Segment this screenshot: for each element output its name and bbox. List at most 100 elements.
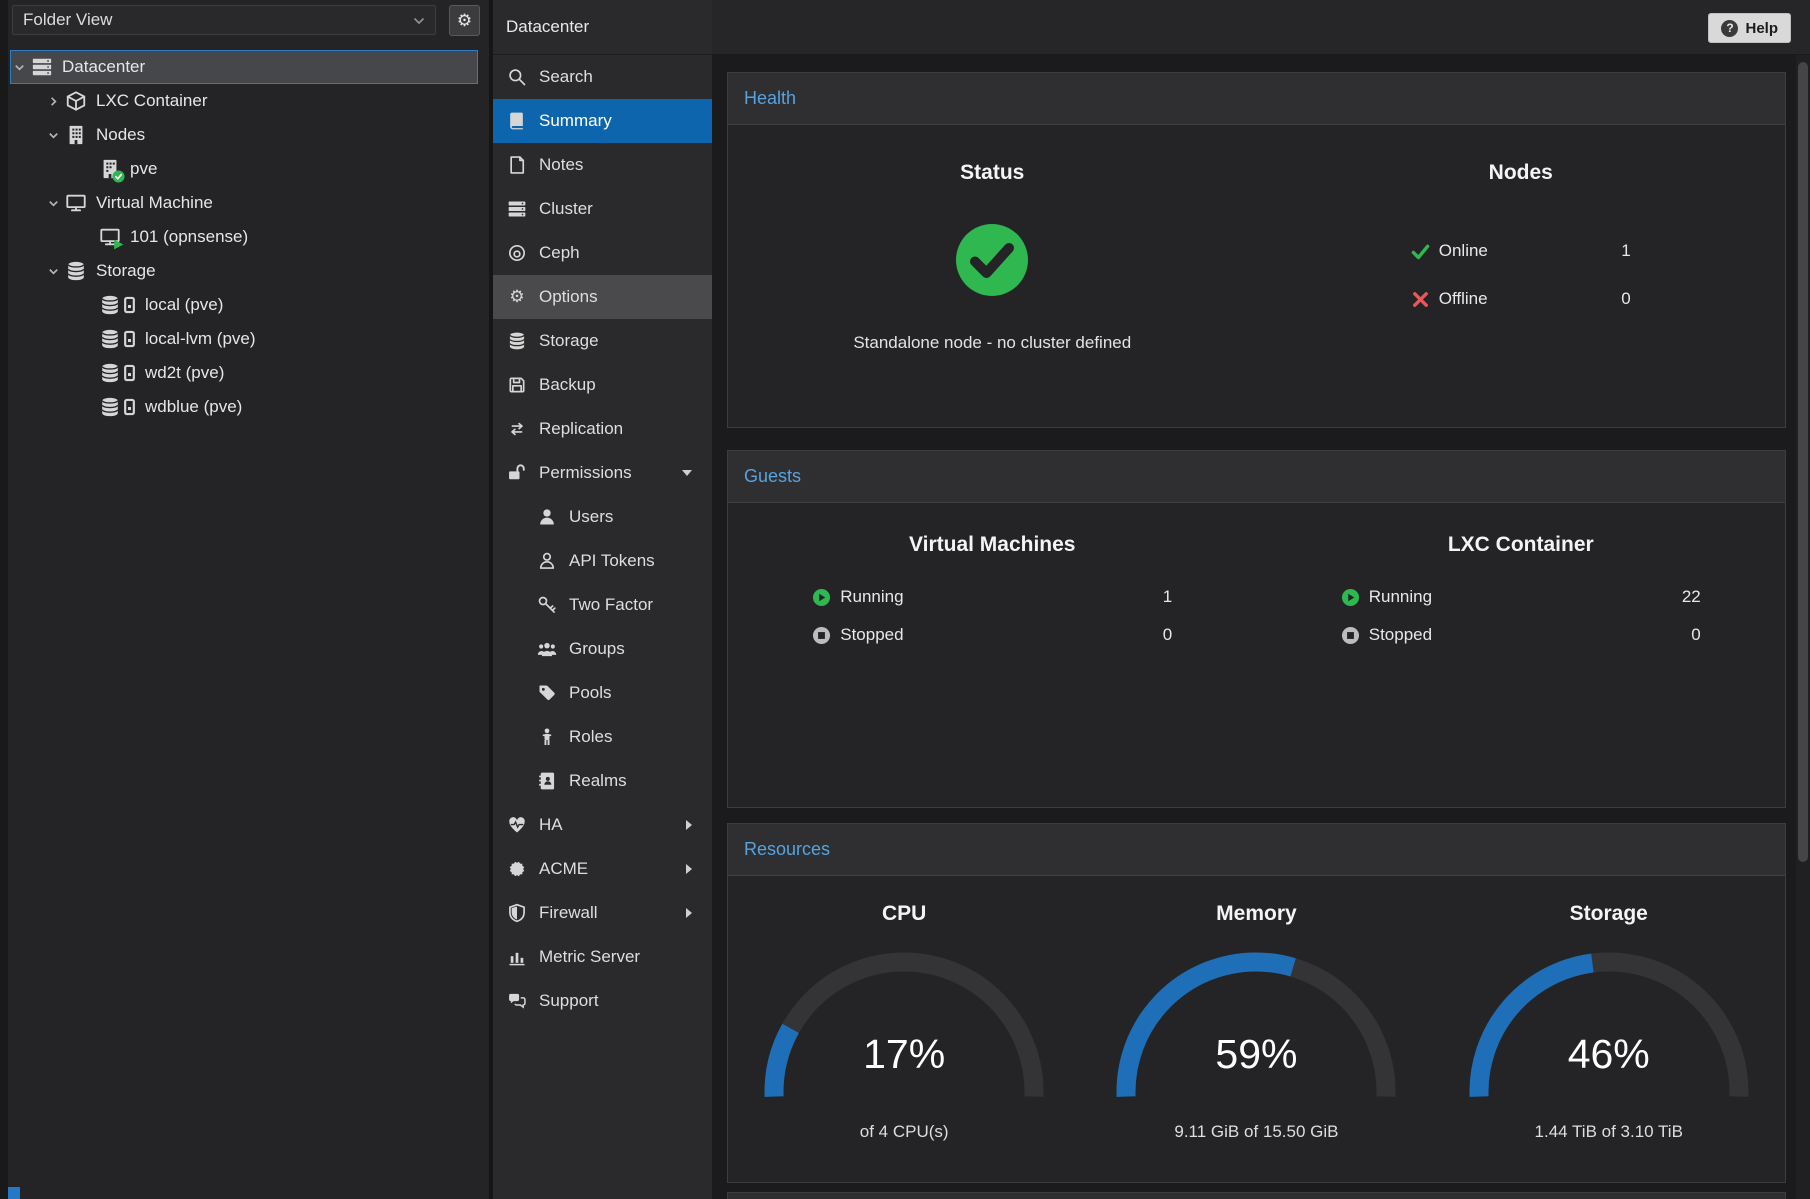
guests-panel: Guests Virtual Machines Running 1 [727, 450, 1786, 808]
health-panel-title: Health [728, 73, 1785, 125]
row-value: 22 [1682, 587, 1701, 607]
tree-item-label: pve [130, 159, 157, 179]
bottom-left-indicator [8, 1187, 20, 1199]
drive-icon [123, 330, 136, 348]
datacenter-icon [31, 56, 53, 78]
row-label: Running [1369, 587, 1432, 607]
storage-database-icon [99, 294, 121, 316]
nav-item-api-tokens[interactable]: API Tokens [493, 539, 712, 583]
nav-item-users[interactable]: Users [493, 495, 712, 539]
nav-item-groups[interactable]: Groups [493, 627, 712, 671]
nav-item-ha[interactable]: HA [493, 803, 712, 847]
collapse-chevron-icon[interactable] [11, 59, 27, 75]
memory-gauge-column: Memory 59% 9.11 GiB of 15.50 GiB [1080, 876, 1432, 1182]
storage-gauge: 46% [1459, 948, 1759, 1108]
note-icon [505, 154, 529, 176]
tree-item-virtual-machine[interactable]: Virtual Machine [10, 186, 478, 220]
key-icon [535, 594, 559, 616]
memory-gauge: 59% [1106, 948, 1406, 1108]
user-icon [535, 506, 559, 528]
nav-item-metric-server[interactable]: Metric Server [493, 935, 712, 979]
stop-circle-icon [1341, 626, 1360, 645]
tree-settings-button[interactable]: ⚙ [449, 5, 480, 36]
user-outline-icon [535, 550, 559, 572]
nav-item-roles[interactable]: Roles [493, 715, 712, 759]
play-circle-icon [1341, 588, 1360, 607]
nav-item-summary[interactable]: Summary [493, 99, 712, 143]
proxmox-datacenter-page: Folder View ⚙ Datacenter [0, 0, 1810, 1199]
chevron-right-icon [686, 820, 692, 830]
nav-item-acme[interactable]: ACME [493, 847, 712, 891]
tree-item-label: 101 (opnsense) [130, 227, 248, 247]
view-mode-select[interactable]: Folder View [12, 5, 436, 35]
tree-item-label: local (pve) [145, 295, 223, 315]
status-message: Standalone node - no cluster defined [853, 333, 1131, 353]
nav-item-backup[interactable]: Backup [493, 363, 712, 407]
nav-item-permissions[interactable]: Permissions [493, 451, 712, 495]
tree-item-storage-wd2t[interactable]: wd2t (pve) [10, 356, 478, 390]
nav-item-notes[interactable]: Notes [493, 143, 712, 187]
nav-panel-title: Datacenter [493, 0, 712, 55]
help-button[interactable]: ? Help [1708, 13, 1791, 43]
cluster-status-column: Status Standalone node - no cluster defi… [728, 125, 1257, 427]
nodes-online-row: Online 1 [1411, 235, 1631, 267]
storage-database-icon [99, 328, 121, 350]
tree-item-storage-local[interactable]: local (pve) [10, 288, 478, 322]
server-stack-icon [505, 198, 529, 220]
nav-item-cluster[interactable]: Cluster [493, 187, 712, 231]
scrollbar-thumb[interactable] [1798, 62, 1808, 862]
bar-chart-icon [505, 946, 529, 968]
collapse-chevron-icon[interactable] [45, 127, 61, 143]
row-label: Online [1439, 241, 1488, 261]
chevron-down-icon [413, 10, 425, 30]
online-check-badge [112, 170, 125, 183]
search-icon [505, 66, 529, 88]
nav-item-storage[interactable]: Storage [493, 319, 712, 363]
expand-chevron-icon[interactable] [45, 93, 61, 109]
storage-database-icon [65, 260, 87, 282]
certificate-seal-icon [505, 858, 529, 880]
tree-item-datacenter[interactable]: Datacenter [10, 50, 478, 84]
gear-icon: ⚙ [457, 11, 472, 31]
cpu-heading: CPU [882, 902, 926, 926]
health-panel: Health Status Standalone node - no clust… [727, 72, 1786, 428]
nav-item-realms[interactable]: Realms [493, 759, 712, 803]
drive-icon [123, 364, 136, 382]
nav-item-search[interactable]: Search [493, 55, 712, 99]
collapse-chevron-icon[interactable] [45, 195, 61, 211]
nav-item-replication[interactable]: Replication [493, 407, 712, 451]
ceph-icon [505, 242, 529, 264]
memory-detail: 9.11 GiB of 15.50 GiB [1174, 1122, 1338, 1142]
tree-item-label: Datacenter [62, 57, 145, 77]
tree-item-pve[interactable]: pve [10, 152, 478, 186]
node-online-icon [99, 158, 121, 180]
gear-icon: ⚙ [505, 286, 529, 308]
tree-item-lxc-container[interactable]: LXC Container [10, 84, 478, 118]
nav-item-firewall[interactable]: Firewall [493, 891, 712, 935]
nav-item-support[interactable]: Support [493, 979, 712, 1023]
lxc-container-column: LXC Container Running 22 [1257, 503, 1786, 807]
row-value: 1 [1163, 587, 1172, 607]
check-icon [1411, 242, 1430, 261]
tree-item-storage-local-lvm[interactable]: local-lvm (pve) [10, 322, 478, 356]
nodes-building-icon [65, 124, 87, 146]
collapse-chevron-icon[interactable] [45, 263, 61, 279]
chevron-right-icon [686, 864, 692, 874]
nav-item-ceph[interactable]: Ceph [493, 231, 712, 275]
row-value: 1 [1621, 241, 1630, 261]
nav-item-two-factor[interactable]: Two Factor [493, 583, 712, 627]
tree-item-storage[interactable]: Storage [10, 254, 478, 288]
address-book-icon [535, 770, 559, 792]
nodes-offline-row: Offline 0 [1411, 283, 1631, 315]
row-value: 0 [1621, 289, 1630, 309]
tree-item-nodes[interactable]: Nodes [10, 118, 478, 152]
nav-item-pools[interactable]: Pools [493, 671, 712, 715]
tree-item-label: Nodes [96, 125, 145, 145]
status-ok-icon [949, 217, 1035, 303]
tree-item-storage-wdblue[interactable]: wdblue (pve) [10, 390, 478, 424]
nav-item-options[interactable]: ⚙ Options [493, 275, 712, 319]
tree-item-label: wd2t (pve) [145, 363, 224, 383]
lxc-running-row: Running 22 [1341, 581, 1701, 613]
tree-item-vm-101[interactable]: 101 (opnsense) [10, 220, 478, 254]
cpu-detail: of 4 CPU(s) [860, 1122, 949, 1142]
